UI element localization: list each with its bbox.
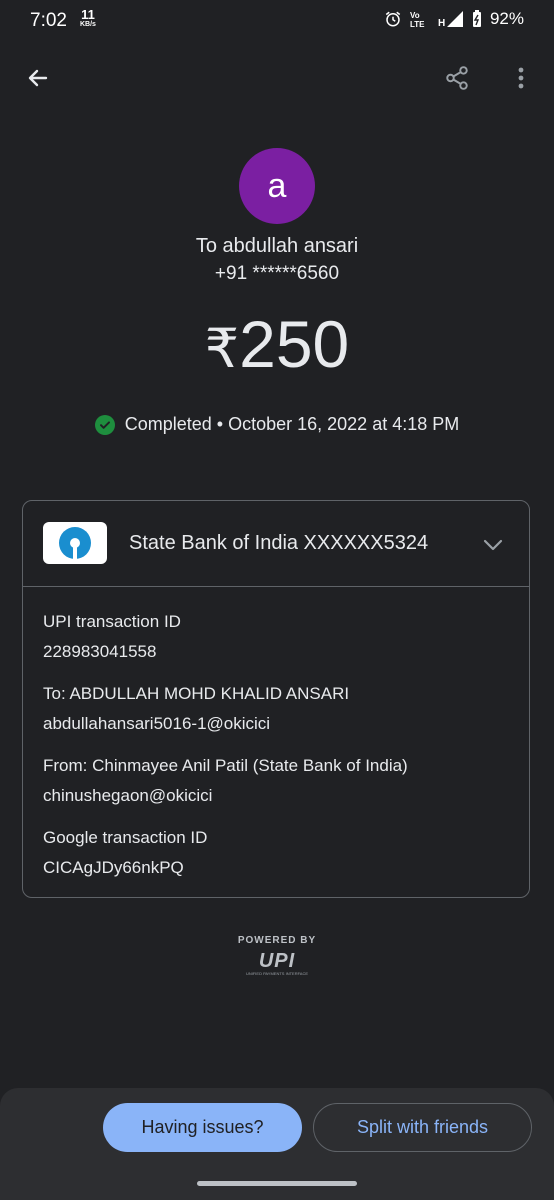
battery-percent: 92% bbox=[489, 9, 524, 28]
upi-tagline: UNIFIED PAYMENTS INTERFACE bbox=[245, 971, 309, 976]
back-arrow-icon bbox=[28, 69, 48, 87]
alarm-icon bbox=[385, 11, 401, 27]
bank-account-row[interactable]: State Bank of India XXXXXX5324 bbox=[23, 501, 529, 587]
detail-label: UPI transaction ID bbox=[43, 612, 181, 631]
signal-icon: H bbox=[438, 11, 463, 28]
detail-item: Google transaction ID CICAgJDy66nkPQ bbox=[43, 827, 513, 879]
status-bar: 7:02 11 KB/s Vo LTE H 92% bbox=[0, 0, 554, 44]
check-circle-icon bbox=[94, 414, 115, 435]
svg-text:LTE: LTE bbox=[410, 20, 425, 28]
more-options-button[interactable] bbox=[501, 58, 541, 98]
payee-phone: +91 ******6560 bbox=[214, 263, 340, 284]
network-speed-unit: KB/s bbox=[80, 21, 96, 28]
powered-by-upi: POWERED BY UPI UNIFIED PAYMENTS INTERFAC… bbox=[0, 935, 554, 976]
powered-by-label: POWERED BY bbox=[237, 935, 317, 946]
more-vert-icon bbox=[518, 67, 524, 89]
network-speed: 11 KB/s bbox=[80, 8, 96, 28]
svg-text:Vo: Vo bbox=[410, 11, 420, 20]
payment-amount: ₹250 bbox=[0, 306, 554, 382]
detail-label: From: Chinmayee Anil Patil (State Bank o… bbox=[43, 756, 408, 775]
share-button[interactable] bbox=[437, 58, 477, 98]
amount-value: 250 bbox=[239, 307, 350, 381]
detail-label: To: ABDULLAH MOHD KHALID ANSARI bbox=[43, 684, 350, 703]
sbi-logo-icon bbox=[43, 522, 107, 564]
transaction-details-card: State Bank of India XXXXXX5324 UPI trans… bbox=[22, 500, 530, 898]
currency-symbol: ₹ bbox=[204, 319, 240, 379]
share-icon bbox=[446, 66, 468, 90]
detail-value: 228983041558 bbox=[43, 642, 157, 661]
detail-item: To: ABDULLAH MOHD KHALID ANSARI abdullah… bbox=[43, 683, 513, 735]
payee-name: To abdullah ansari bbox=[195, 235, 359, 257]
detail-value: CICAgJDy66nkPQ bbox=[43, 858, 184, 877]
detail-label: Google transaction ID bbox=[43, 828, 208, 847]
detail-value: chinushegaon@okicici bbox=[43, 786, 213, 805]
split-with-friends-button[interactable]: Split with friends bbox=[313, 1103, 532, 1152]
svg-text:H: H bbox=[438, 18, 445, 28]
battery-icon bbox=[472, 10, 481, 27]
upi-logo: UPI bbox=[258, 950, 296, 972]
status-text: Completed • October 16, 2022 at 4:18 PM bbox=[124, 414, 460, 434]
details-list: UPI transaction ID 228983041558 To: ABDU… bbox=[43, 611, 513, 899]
back-button[interactable] bbox=[18, 58, 58, 98]
volte-icon: VoLTE bbox=[410, 11, 425, 28]
payment-status: Completed • October 16, 2022 at 4:18 PM bbox=[0, 414, 554, 435]
having-issues-button[interactable]: Having issues? bbox=[103, 1103, 302, 1152]
detail-value: abdullahansari5016-1@okicici bbox=[43, 714, 271, 733]
chevron-down-icon bbox=[483, 539, 503, 551]
gesture-nav-bar[interactable] bbox=[197, 1181, 357, 1186]
network-speed-value: 11 bbox=[81, 7, 95, 22]
status-time: 7:02 bbox=[30, 10, 67, 31]
detail-item: UPI transaction ID 228983041558 bbox=[43, 611, 513, 663]
payee-avatar: a bbox=[239, 148, 315, 224]
bank-account-name: State Bank of India XXXXXX5324 bbox=[129, 532, 429, 554]
top-app-bar bbox=[0, 52, 554, 108]
detail-item: From: Chinmayee Anil Patil (State Bank o… bbox=[43, 755, 513, 807]
status-icons: Vo LTE H 92% bbox=[384, 9, 524, 29]
